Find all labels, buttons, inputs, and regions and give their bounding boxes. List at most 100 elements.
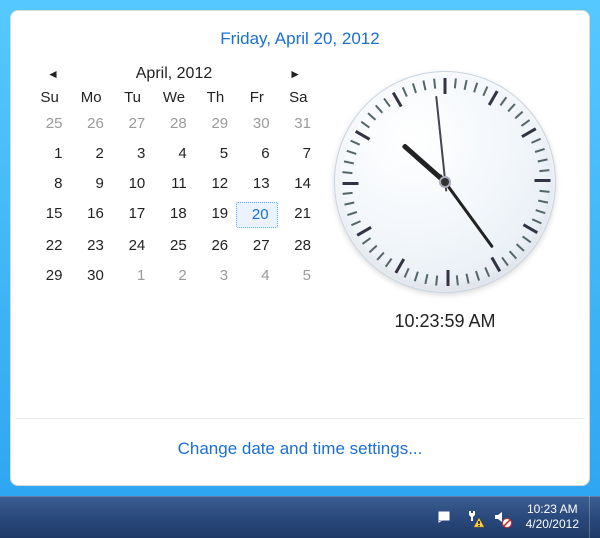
date-time-popup: Friday, April 20, 2012 ◄ April, 2012 ► S… <box>10 10 590 486</box>
clock-tick <box>491 257 502 272</box>
clock-tick <box>383 98 390 107</box>
calendar-day-cell[interactable]: 16 <box>70 202 111 228</box>
clock-tick <box>482 86 488 96</box>
clock-tick <box>538 200 548 204</box>
calendar-day-cell[interactable]: 3 <box>195 264 236 288</box>
clock-tick <box>447 270 450 286</box>
calendar-day-cell[interactable]: 11 <box>153 172 194 196</box>
calendar-weekday-header: We <box>153 89 194 106</box>
calendar-day-cell[interactable]: 24 <box>112 234 153 258</box>
calendar-day-cell[interactable]: 20 <box>236 202 277 228</box>
clock-tick <box>376 252 384 261</box>
analog-clock <box>334 71 556 293</box>
clock-tick <box>404 268 410 278</box>
clock-tick <box>516 243 525 251</box>
clock-tick <box>473 82 478 92</box>
calendar-day-cell[interactable]: 26 <box>195 234 236 258</box>
calendar-day-cell[interactable]: 1 <box>112 264 153 288</box>
calendar-day-cell[interactable]: 26 <box>70 112 111 136</box>
calendar-day-cell[interactable]: 29 <box>29 264 70 288</box>
taskbar-time: 10:23 AM <box>526 502 579 517</box>
clock-tick <box>361 121 370 128</box>
next-month-arrow-icon[interactable]: ► <box>289 67 301 81</box>
clock-tick <box>375 105 383 114</box>
clock-tick <box>521 127 536 138</box>
clock-tick <box>343 182 359 185</box>
calendar-day-cell[interactable]: 23 <box>70 234 111 258</box>
calendar-day-cell[interactable]: 9 <box>70 172 111 196</box>
clock-tick <box>433 79 436 89</box>
clock-tick <box>356 226 371 237</box>
clock-tick <box>532 218 542 224</box>
clock-tick <box>350 140 360 146</box>
clock-tick <box>369 245 378 253</box>
calendar-day-cell[interactable]: 7 <box>278 142 319 166</box>
clock-tick <box>475 271 480 281</box>
volume-icon[interactable] <box>492 508 510 526</box>
calendar-day-cell[interactable]: 12 <box>195 172 236 196</box>
calendar-day-cell[interactable]: 10 <box>112 172 153 196</box>
calendar-day-cell[interactable]: 27 <box>112 112 153 136</box>
calendar-day-cell[interactable]: 13 <box>236 172 277 196</box>
calendar-day-cell[interactable]: 5 <box>195 142 236 166</box>
clock-tick <box>456 275 459 285</box>
clock-tick <box>412 83 417 93</box>
clock-tick <box>422 80 426 90</box>
calendar-day-cell[interactable]: 28 <box>153 112 194 136</box>
clock-tick <box>355 130 370 141</box>
clock-tick <box>444 78 447 94</box>
calendar-day-cell[interactable]: 4 <box>153 142 194 166</box>
calendar-day-cell[interactable]: 31 <box>278 112 319 136</box>
calendar-header: ◄ April, 2012 ► <box>47 65 301 83</box>
calendar-day-cell[interactable]: 1 <box>29 142 70 166</box>
calendar-day-cell[interactable]: 29 <box>195 112 236 136</box>
power-icon[interactable] <box>464 508 482 526</box>
clock-tick <box>515 111 524 119</box>
calendar-weekday-header: Th <box>195 89 236 106</box>
prev-month-arrow-icon[interactable]: ◄ <box>47 67 59 81</box>
taskbar-date: 4/20/2012 <box>526 517 579 532</box>
calendar-day-cell[interactable]: 25 <box>29 112 70 136</box>
calendar-day-cell[interactable]: 3 <box>112 142 153 166</box>
calendar-day-cell[interactable]: 6 <box>236 142 277 166</box>
show-desktop-button[interactable] <box>589 496 600 538</box>
clock-tick <box>521 119 530 126</box>
calendar-day-cell[interactable]: 19 <box>195 202 236 228</box>
calendar-day-cell[interactable]: 18 <box>153 202 194 228</box>
clock-center-pin <box>441 178 449 186</box>
taskbar-clock[interactable]: 10:23 AM 4/20/2012 <box>516 502 589 532</box>
calendar-day-cell[interactable]: 17 <box>112 202 153 228</box>
calendar-day-cell[interactable]: 5 <box>278 264 319 288</box>
calendar-day-cell[interactable]: 21 <box>278 202 319 228</box>
calendar-day-cell[interactable]: 4 <box>236 264 277 288</box>
change-date-time-link[interactable]: Change date and time settings... <box>11 419 589 485</box>
calendar-day-cell[interactable]: 30 <box>70 264 111 288</box>
system-tray <box>424 508 516 526</box>
calendar-day-cell[interactable]: 2 <box>153 264 194 288</box>
calendar: ◄ April, 2012 ► SuMoTuWeThFrSa2526272829… <box>29 59 319 288</box>
calendar-day-cell[interactable]: 8 <box>29 172 70 196</box>
calendar-day-cell[interactable]: 27 <box>236 234 277 258</box>
calendar-day-cell[interactable]: 14 <box>278 172 319 196</box>
clock-tick <box>424 274 428 284</box>
clock-tick <box>500 97 507 106</box>
calendar-weekday-header: Sa <box>278 89 319 106</box>
clock-tick <box>466 274 470 284</box>
calendar-day-cell[interactable]: 25 <box>153 234 194 258</box>
calendar-day-cell[interactable]: 22 <box>29 234 70 258</box>
taskbar: 10:23 AM 4/20/2012 <box>0 496 600 538</box>
action-center-icon[interactable] <box>436 508 454 526</box>
popup-body: ◄ April, 2012 ► SuMoTuWeThFrSa2526272829… <box>11 59 589 418</box>
clock-tick <box>402 87 408 97</box>
calendar-day-cell[interactable]: 2 <box>70 142 111 166</box>
clock-tick <box>343 192 353 195</box>
clock-panel: 10:23:59 AM <box>319 71 571 332</box>
calendar-day-cell[interactable]: 15 <box>29 202 70 228</box>
clock-tick <box>464 80 468 90</box>
desktop-background: Friday, April 20, 2012 ◄ April, 2012 ► S… <box>0 0 600 496</box>
calendar-month-label[interactable]: April, 2012 <box>136 65 213 83</box>
calendar-day-cell[interactable]: 30 <box>236 112 277 136</box>
clock-tick <box>351 220 361 226</box>
clock-tick <box>385 258 392 267</box>
calendar-day-cell[interactable]: 28 <box>278 234 319 258</box>
